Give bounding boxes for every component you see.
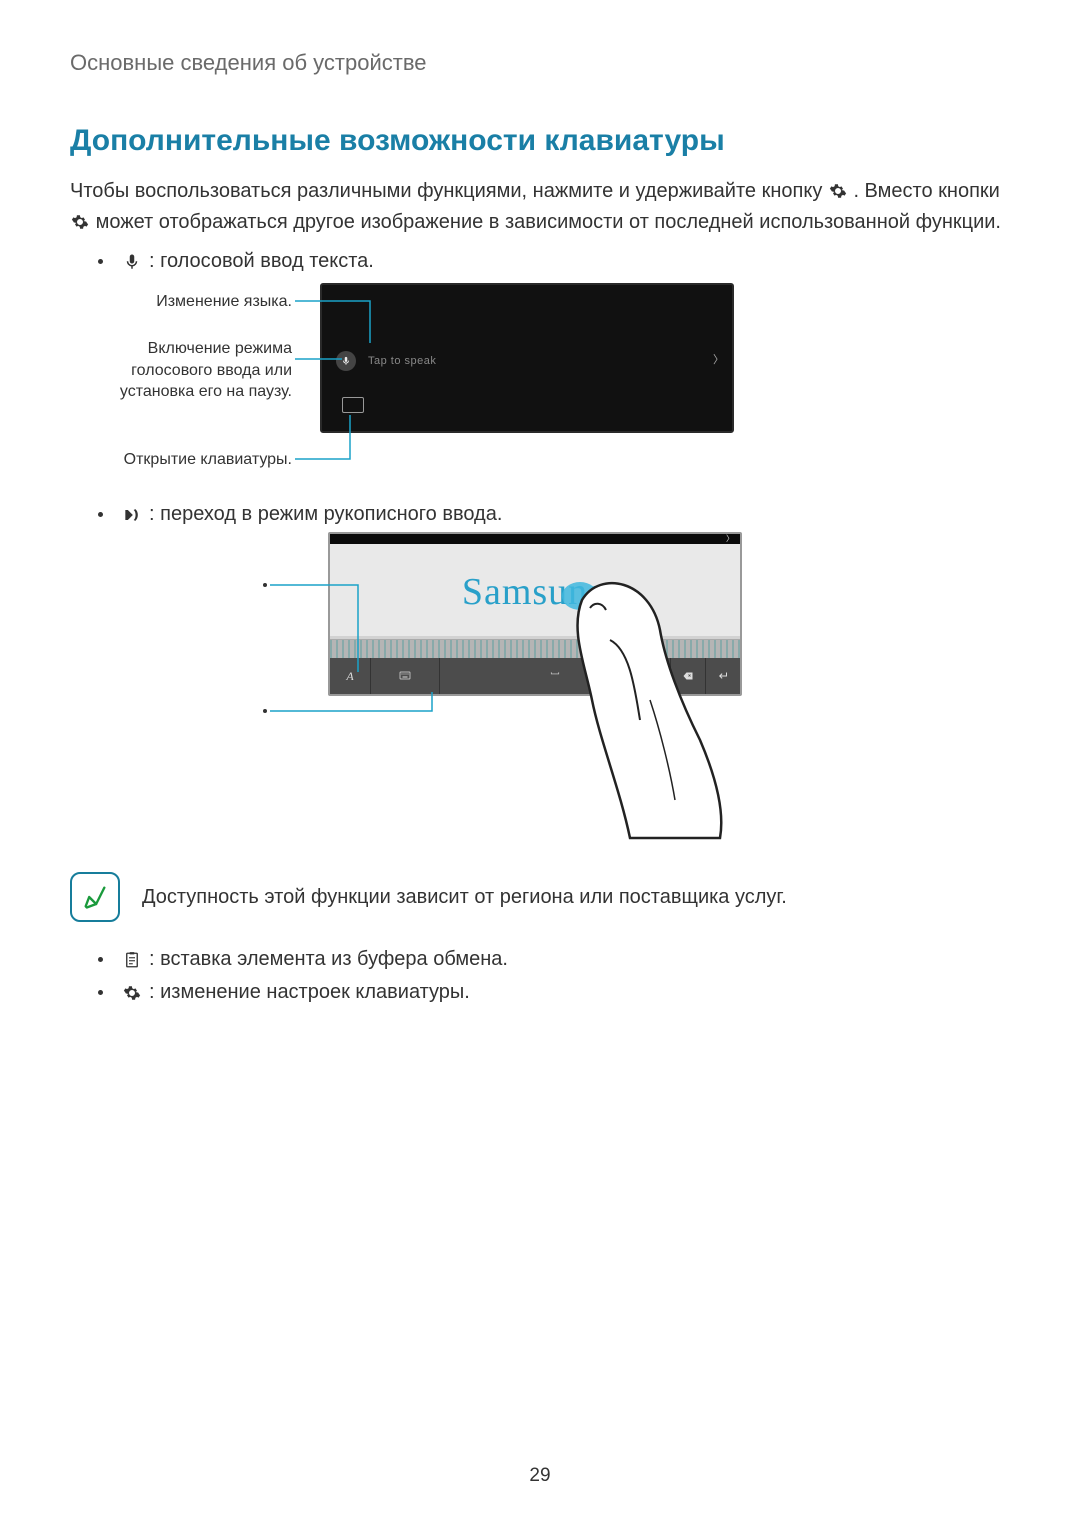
bullet-clipboard-text: : вставка элемента из буфера обмена. — [149, 948, 508, 971]
fig2-left-marker-1 — [263, 583, 267, 587]
bullet-handwriting: : переход в режим рукописного ввода. — [98, 503, 1010, 526]
fig2-left-marker-2 — [263, 709, 267, 713]
intro-seg2: . Вместо кнопки — [853, 180, 999, 202]
page-header: Основные сведения об устройстве — [70, 50, 1010, 76]
bullet-dot — [98, 957, 103, 962]
fig1-callout-language: Изменение языка. — [156, 293, 292, 311]
page-number: 29 — [0, 1465, 1080, 1487]
fig2-key-a: A — [330, 658, 371, 694]
fig2-key-keyboard — [371, 658, 440, 694]
fig2-top-strip: 〉 — [330, 534, 740, 544]
fig1-callout-voice-toggle: Включение режима голосового ввода или ус… — [72, 338, 292, 403]
bullet-dot — [98, 259, 103, 264]
fig1-chevron-icon: 〉 — [713, 351, 724, 367]
bullet-clipboard: : вставка элемента из буфера обмена. — [98, 948, 1010, 971]
bullet-dot — [98, 990, 103, 995]
fig1-device-screen: Tap to speak 〉 — [320, 283, 734, 433]
figure-handwriting: 〉 Samsung A — [70, 532, 1010, 842]
bullet-dot — [98, 512, 103, 517]
fig1-tap-to-speak: Tap to speak — [368, 355, 436, 367]
intro-paragraph: Чтобы воспользоваться различными функция… — [70, 176, 1010, 238]
handwriting-icon — [121, 504, 143, 526]
mic-icon — [121, 251, 143, 273]
fig2-chevron-icon: 〉 — [726, 533, 734, 544]
gear-icon — [121, 982, 143, 1004]
gear-icon — [828, 181, 848, 201]
intro-seg3: может отображаться другое изображение в … — [96, 211, 1001, 233]
fig1-mic-button — [336, 351, 356, 371]
bullet-mic: : голосовой ввод текста. — [98, 250, 1010, 273]
bullet-handwriting-text: : переход в режим рукописного ввода. — [149, 503, 502, 526]
note-text: Доступность этой функции зависит от реги… — [142, 886, 787, 909]
clipboard-icon — [121, 949, 143, 971]
note-row: Доступность этой функции зависит от реги… — [70, 872, 1010, 922]
figure-voice-input: Изменение языка. Включение режима голосо… — [70, 283, 1010, 483]
fig1-callout-open-keyboard: Открытие клавиатуры. — [124, 451, 292, 469]
bullet-settings: : изменение настроек клавиатуры. — [98, 981, 1010, 1004]
intro-seg1: Чтобы воспользоваться различными функция… — [70, 180, 828, 202]
bullet-mic-text: : голосовой ввод текста. — [149, 250, 374, 273]
fig2-finger-illustration — [540, 560, 750, 840]
note-icon — [70, 872, 120, 922]
bullet-settings-text: : изменение настроек клавиатуры. — [149, 981, 470, 1004]
section-title: Дополнительные возможности клавиатуры — [70, 124, 1010, 158]
gear-icon — [70, 212, 90, 232]
fig1-keyboard-icon — [342, 397, 364, 413]
